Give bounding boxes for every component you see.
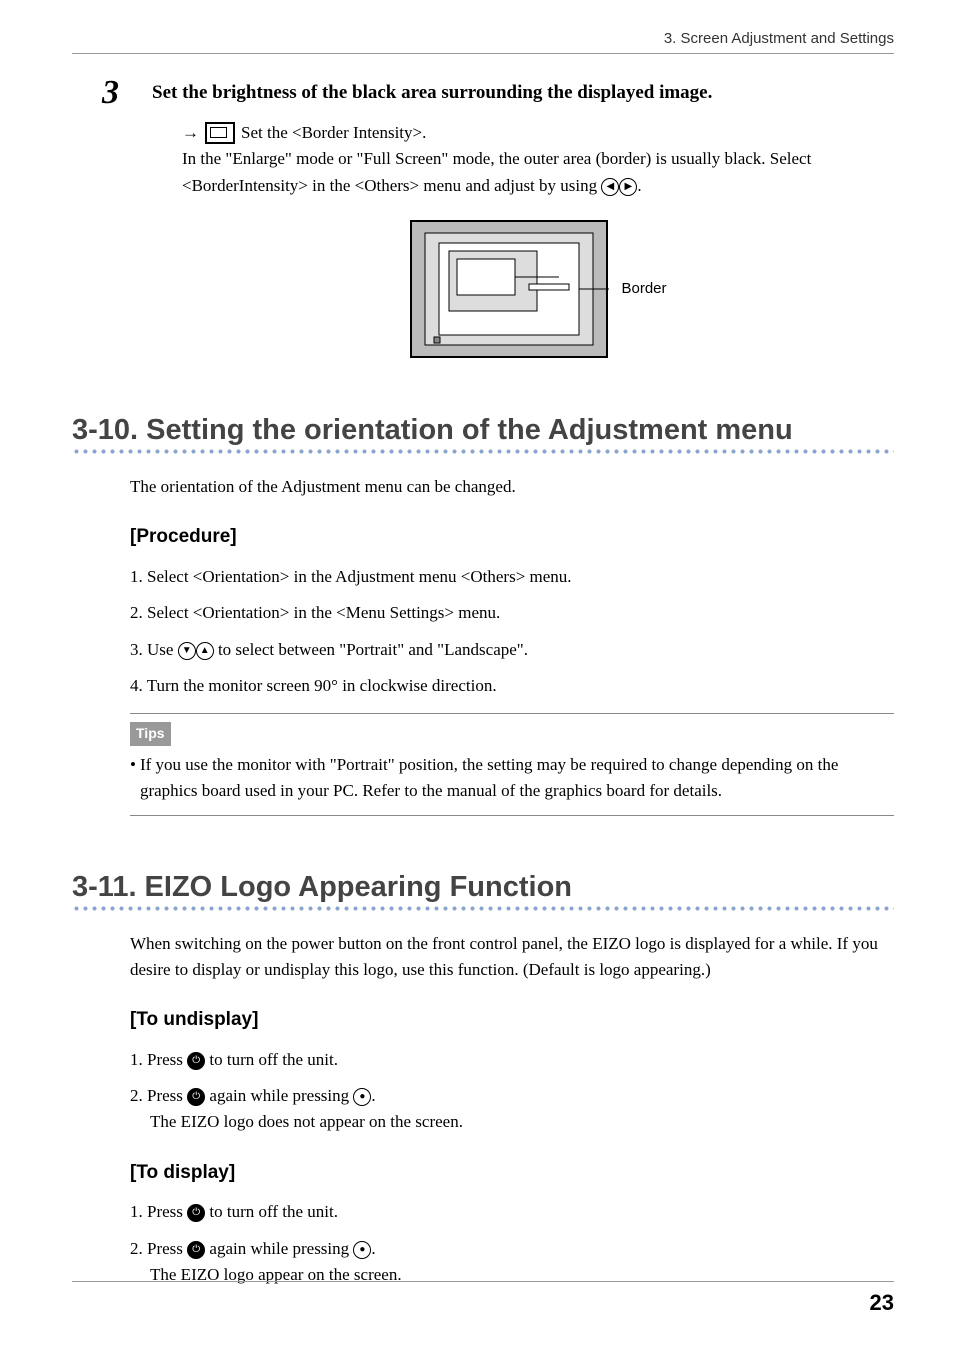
u1b: to turn off the unit.	[205, 1050, 338, 1069]
d1b: to turn off the unit.	[205, 1202, 338, 1221]
procedure-step-4: 4. Turn the monitor screen 90° in clockw…	[130, 673, 894, 699]
bullet-icon: •	[130, 752, 136, 805]
dotted-rule-2	[72, 906, 894, 911]
left-icon: ◀	[601, 178, 619, 196]
step-title: Set the brightness of the black area sur…	[152, 72, 712, 104]
d2c: .	[371, 1239, 375, 1258]
u2c: .	[371, 1086, 375, 1105]
monitor-diagram-icon	[409, 219, 609, 359]
power-icon: ⏻	[187, 1052, 205, 1070]
d2a: 2. Press	[130, 1239, 187, 1258]
enter-icon: ●	[353, 1088, 371, 1106]
power-icon-3: ⏻	[187, 1204, 205, 1222]
undisplay-step-2-sub: The EIZO logo does not appear on the scr…	[150, 1109, 894, 1135]
tips-text: If you use the monitor with "Portrait" p…	[140, 752, 894, 805]
tips-label: Tips	[130, 722, 171, 746]
section-3-11-title: 3-11. EIZO Logo Appearing Function	[72, 871, 894, 904]
up-icon: ▲	[196, 642, 214, 660]
power-icon-2: ⏻	[187, 1088, 205, 1106]
u1a: 1. Press	[130, 1050, 187, 1069]
border-intensity-icon	[205, 122, 235, 144]
procedure-step-1: 1. Select <Orientation> in the Adjustmen…	[130, 564, 894, 590]
undisplay-step-2: 2. Press ⏻ again while pressing ●. The E…	[130, 1083, 894, 1136]
right-icon: ▶	[619, 178, 637, 196]
section-3-10-title: 3-10. Setting the orientation of the Adj…	[72, 414, 894, 447]
dotted-rule	[72, 449, 894, 454]
arrow-icon: →	[182, 120, 199, 146]
display-step-1: 1. Press ⏻ to turn off the unit.	[130, 1199, 894, 1225]
power-icon-4: ⏻	[187, 1241, 205, 1259]
step-paragraph: In the "Enlarge" mode or "Full Screen" m…	[182, 146, 894, 199]
running-header: 3. Screen Adjustment and Settings	[72, 30, 894, 54]
procedure-heading: [Procedure]	[130, 522, 894, 551]
down-icon: ▼	[178, 642, 196, 660]
u2b: again while pressing	[205, 1086, 353, 1105]
step3b-text: to select between "Portrait" and "Landsc…	[214, 640, 528, 659]
left-right-icons: ◀▶	[601, 178, 637, 196]
u2a: 2. Press	[130, 1086, 187, 1105]
d2b: again while pressing	[205, 1239, 353, 1258]
undisplay-step-1: 1. Press ⏻ to turn off the unit.	[130, 1047, 894, 1073]
enter-icon-2: ●	[353, 1241, 371, 1259]
section-311-intro: When switching on the power button on th…	[130, 931, 894, 984]
section-intro: The orientation of the Adjustment menu c…	[130, 474, 894, 500]
step-number: 3	[102, 72, 152, 110]
display-heading: [To display]	[130, 1158, 894, 1187]
undisplay-heading: [To undisplay]	[130, 1005, 894, 1034]
step-para-end: .	[637, 176, 641, 195]
diagram-label: Border	[621, 277, 666, 300]
procedure-step-2: 2. Select <Orientation> in the <Menu Set…	[130, 600, 894, 626]
set-line-text: Set the <Border Intensity>.	[241, 120, 426, 146]
step3a-text: 3. Use	[130, 640, 178, 659]
tips-box: Tips • If you use the monitor with "Port…	[130, 713, 894, 815]
step-para-main: In the "Enlarge" mode or "Full Screen" m…	[182, 149, 811, 194]
down-up-icons: ▼▲	[178, 642, 214, 660]
border-diagram: Border	[182, 219, 894, 359]
page-number: 23	[72, 1281, 894, 1316]
procedure-step-3: 3. Use ▼▲ to select between "Portrait" a…	[130, 637, 894, 663]
d1a: 1. Press	[130, 1202, 187, 1221]
